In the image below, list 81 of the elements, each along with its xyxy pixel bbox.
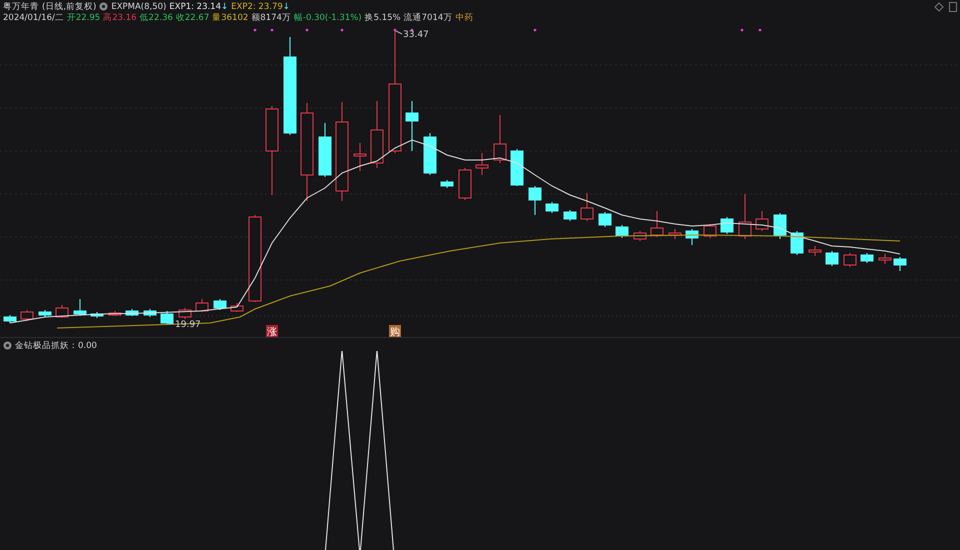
quote-value: 开22.95 (66, 12, 100, 22)
candlestick (668, 228, 682, 240)
candlestick (650, 210, 664, 238)
signal-dot (306, 28, 308, 32)
candlestick (318, 122, 332, 178)
quote-value: 收22.67 (176, 12, 210, 22)
signal-dot (394, 28, 396, 32)
signal-dot (270, 28, 274, 32)
leader-line (396, 30, 402, 34)
indicator-title: 金钻极品抓妖：0.00 (15, 340, 97, 350)
quote-value: 额8174万 (251, 12, 291, 22)
candlestick (230, 302, 244, 312)
candlestick (4, 314, 16, 324)
indicator-name: EXPMA(8,50) (111, 2, 166, 12)
candlestick (160, 310, 174, 326)
candlestick (546, 202, 558, 214)
candlestick (406, 100, 418, 152)
indicator-value: EXP1: 23.14 (169, 2, 222, 12)
candlestick (126, 308, 138, 316)
quote-value: 幅-0.30(-1.31%) (294, 12, 362, 22)
quote-value: 换5.15% (364, 12, 401, 22)
candlestick (634, 230, 646, 242)
candlestick (790, 230, 804, 256)
candlestick (20, 310, 34, 322)
indicator-value: EXP2: 23.79 (231, 2, 283, 12)
candlestick (720, 216, 734, 234)
quote-date: 2024/01/16/二 (3, 12, 64, 22)
candlestick (494, 114, 506, 164)
candlestick (878, 254, 892, 264)
candlestick (144, 308, 156, 318)
signal-dot (340, 28, 344, 32)
quote-value: 高23.16 (103, 12, 137, 22)
candlestick (860, 252, 874, 264)
quote-value: 流通7014万 (404, 12, 452, 22)
candlestick (808, 246, 822, 256)
candlestick (214, 298, 226, 310)
price-label: 33.47 (403, 30, 429, 40)
candlestick (598, 212, 612, 228)
candlestick (440, 180, 454, 188)
candlestick (354, 142, 366, 172)
signal-dot (758, 28, 762, 32)
candlestick (826, 250, 838, 266)
candlestick (686, 228, 698, 246)
stock-name: 粤万年青 (3, 2, 39, 12)
diamond-icon (934, 2, 944, 12)
candlestick (74, 298, 86, 316)
candlestick (894, 256, 906, 272)
candlestick (844, 252, 856, 268)
signal-dot (534, 28, 536, 32)
settings-icon (3, 341, 12, 350)
candlestick (580, 192, 594, 222)
candlestick (510, 148, 524, 186)
signal-dot (410, 28, 414, 32)
quote-value: 量36102 (212, 12, 248, 22)
signal-marker: 购 (389, 325, 401, 337)
candlestick (738, 194, 752, 240)
candlestick (424, 132, 436, 176)
candlestick (756, 210, 768, 232)
quote-value: 中药 (455, 12, 474, 22)
signal-marker: 涨 (266, 325, 278, 337)
signal-dot (740, 28, 744, 32)
candlestick (564, 210, 576, 222)
candlestick (704, 224, 716, 238)
candlestick (56, 304, 68, 318)
candlestick (476, 152, 488, 176)
candlestick (528, 186, 542, 216)
quote-value: 低22.36 (140, 12, 173, 22)
settings-icon (99, 2, 108, 11)
signal-dot (254, 28, 256, 32)
square-icon (949, 2, 957, 12)
candlestick (108, 310, 122, 316)
trend-arrow: ↓ (221, 2, 228, 12)
candlestick (370, 100, 384, 168)
trend-arrow: ↓ (282, 2, 290, 12)
chart-period: (日线,前复权) (42, 2, 96, 12)
candlestick (178, 308, 192, 320)
candlestick (38, 310, 52, 318)
candlestick (196, 298, 208, 312)
candlestick (774, 212, 786, 240)
candlestick (616, 224, 628, 238)
candlestick (458, 168, 472, 200)
